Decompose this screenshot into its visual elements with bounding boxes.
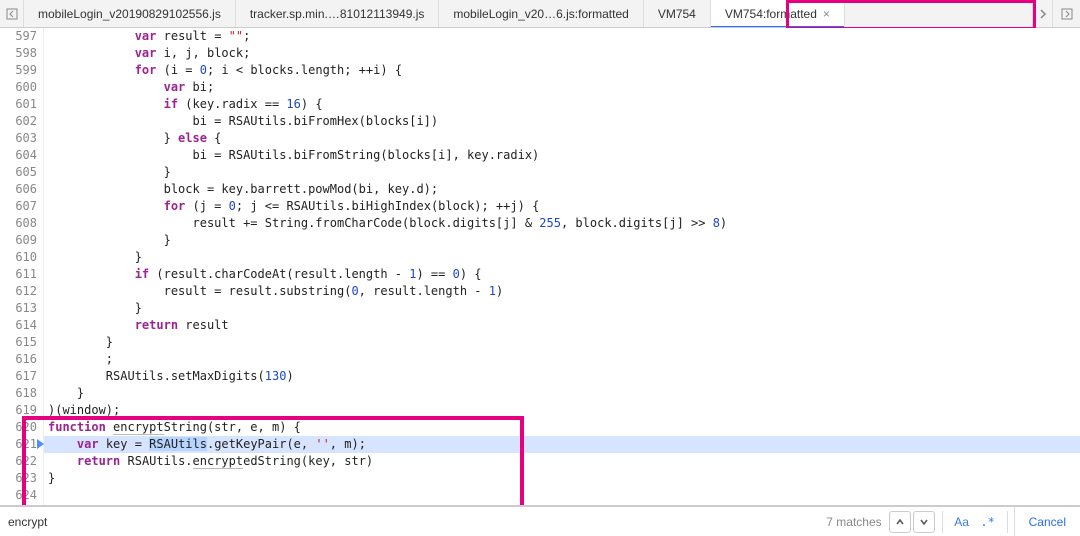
line-number[interactable]: 616 [0, 351, 37, 368]
code-body[interactable]: var result = ""; var i, j, block; for (i… [44, 28, 1080, 505]
line-number[interactable]: 608 [0, 215, 37, 232]
code-line[interactable]: result += String.fromCharCode(block.digi… [44, 215, 1080, 232]
search-match-count: 7 matches [826, 515, 887, 529]
tab-nav-next-button[interactable] [1052, 0, 1080, 27]
tab-bar: mobileLogin_v20190829102556.js tracker.s… [0, 0, 1080, 28]
tab-label: mobileLogin_v20190829102556.js [38, 7, 221, 21]
search-regex-toggle[interactable]: .* [975, 511, 1001, 533]
line-number[interactable]: 605 [0, 164, 37, 181]
code-line[interactable]: } [44, 385, 1080, 402]
line-number[interactable]: 618 [0, 385, 37, 402]
chevron-box-left-icon [6, 8, 18, 20]
chevron-box-right-icon [1061, 8, 1073, 20]
tab-label: tracker.sp.min.…81012113949.js [250, 7, 425, 21]
line-gutter: 5975985996006016026036046056066076086096… [0, 28, 44, 505]
code-editor[interactable]: 5975985996006016026036046056066076086096… [0, 28, 1080, 506]
line-number[interactable]: 606 [0, 181, 37, 198]
line-number[interactable]: 617 [0, 368, 37, 385]
line-number[interactable]: 610 [0, 249, 37, 266]
code-line[interactable]: ; [44, 351, 1080, 368]
line-number[interactable]: 613 [0, 300, 37, 317]
line-number[interactable]: 619 [0, 402, 37, 419]
tab-source-4[interactable]: VM754 [644, 0, 711, 27]
line-number[interactable]: 602 [0, 113, 37, 130]
tab-label: VM754:formatted [725, 7, 817, 21]
line-number[interactable]: 599 [0, 62, 37, 79]
code-line[interactable]: } [44, 300, 1080, 317]
line-number[interactable]: 598 [0, 45, 37, 62]
line-number[interactable]: 597 [0, 28, 37, 45]
tab-source-1[interactable]: mobileLogin_v20190829102556.js [24, 0, 236, 27]
line-number[interactable]: 623 [0, 470, 37, 487]
tab-source-2[interactable]: tracker.sp.min.…81012113949.js [236, 0, 440, 27]
line-number[interactable]: 604 [0, 147, 37, 164]
line-number[interactable]: 607 [0, 198, 37, 215]
code-line[interactable] [44, 487, 1080, 504]
code-line[interactable]: bi = RSAUtils.biFromString(blocks[i], ke… [44, 147, 1080, 164]
code-line[interactable]: } else { [44, 130, 1080, 147]
tabs-container: mobileLogin_v20190829102556.js tracker.s… [24, 0, 1032, 27]
code-line[interactable]: for (i = 0; i < blocks.length; ++i) { [44, 62, 1080, 79]
code-line[interactable]: )(window); [44, 402, 1080, 419]
line-number[interactable]: 624 [0, 487, 37, 504]
code-line[interactable]: } [44, 470, 1080, 487]
search-bar: 7 matches Aa .* Cancel [0, 506, 1080, 536]
chevron-down-icon [919, 517, 929, 527]
regex-label: .* [980, 515, 994, 529]
code-line[interactable]: } [44, 334, 1080, 351]
line-number[interactable]: 600 [0, 79, 37, 96]
code-line[interactable]: block = key.barrett.powMod(bi, key.d); [44, 181, 1080, 198]
code-line[interactable]: function encryptString(str, e, m) { [44, 419, 1080, 436]
code-line[interactable]: if (result.charCodeAt(result.length - 1)… [44, 266, 1080, 283]
line-number[interactable]: 614 [0, 317, 37, 334]
code-line[interactable]: return RSAUtils.encryptedString(key, str… [44, 453, 1080, 470]
code-line[interactable]: } [44, 232, 1080, 249]
code-line[interactable]: if (key.radix == 16) { [44, 96, 1080, 113]
line-number[interactable]: 601 [0, 96, 37, 113]
line-number[interactable]: 603 [0, 130, 37, 147]
search-next-button[interactable] [913, 511, 935, 533]
line-number[interactable]: 615 [0, 334, 37, 351]
line-number[interactable]: 620 [0, 419, 37, 436]
search-cancel-button[interactable]: Cancel [1014, 507, 1080, 536]
case-label: Aa [954, 515, 969, 529]
line-number[interactable]: 609 [0, 232, 37, 249]
execution-marker-icon [0, 436, 44, 453]
line-number[interactable]: 612 [0, 283, 37, 300]
tab-label: mobileLogin_v20…6.js:formatted [453, 7, 628, 21]
chevron-right-icon [1039, 9, 1047, 19]
code-line[interactable]: var bi; [44, 79, 1080, 96]
chevron-up-icon [895, 517, 905, 527]
line-number[interactable]: 611 [0, 266, 37, 283]
tab-source-3[interactable]: mobileLogin_v20…6.js:formatted [439, 0, 643, 27]
search-input[interactable] [0, 507, 360, 536]
search-case-toggle[interactable]: Aa [949, 511, 975, 533]
code-line[interactable]: var result = ""; [44, 28, 1080, 45]
close-icon[interactable]: × [823, 7, 830, 21]
divider [942, 511, 943, 533]
cancel-label: Cancel [1029, 515, 1066, 529]
tab-label: VM754 [658, 7, 696, 21]
code-line[interactable]: RSAUtils.setMaxDigits(130) [44, 368, 1080, 385]
code-line[interactable]: for (j = 0; j <= RSAUtils.biHighIndex(bl… [44, 198, 1080, 215]
code-line[interactable]: var i, j, block; [44, 45, 1080, 62]
code-line[interactable]: } [44, 164, 1080, 181]
tab-source-5[interactable]: VM754:formatted × [711, 0, 845, 27]
code-line[interactable]: bi = RSAUtils.biFromHex(blocks[i]) [44, 113, 1080, 130]
divider [1007, 511, 1008, 533]
code-line[interactable]: } [44, 249, 1080, 266]
line-number[interactable]: 622 [0, 453, 37, 470]
code-line[interactable]: var key = RSAUtils.getKeyPair(e, '', m); [44, 436, 1080, 453]
tabs-overflow-right[interactable] [1032, 0, 1052, 27]
tab-nav-prev-button[interactable] [0, 0, 24, 27]
code-line[interactable]: result = result.substring(0, result.leng… [44, 283, 1080, 300]
code-line[interactable]: return result [44, 317, 1080, 334]
search-prev-button[interactable] [889, 511, 911, 533]
